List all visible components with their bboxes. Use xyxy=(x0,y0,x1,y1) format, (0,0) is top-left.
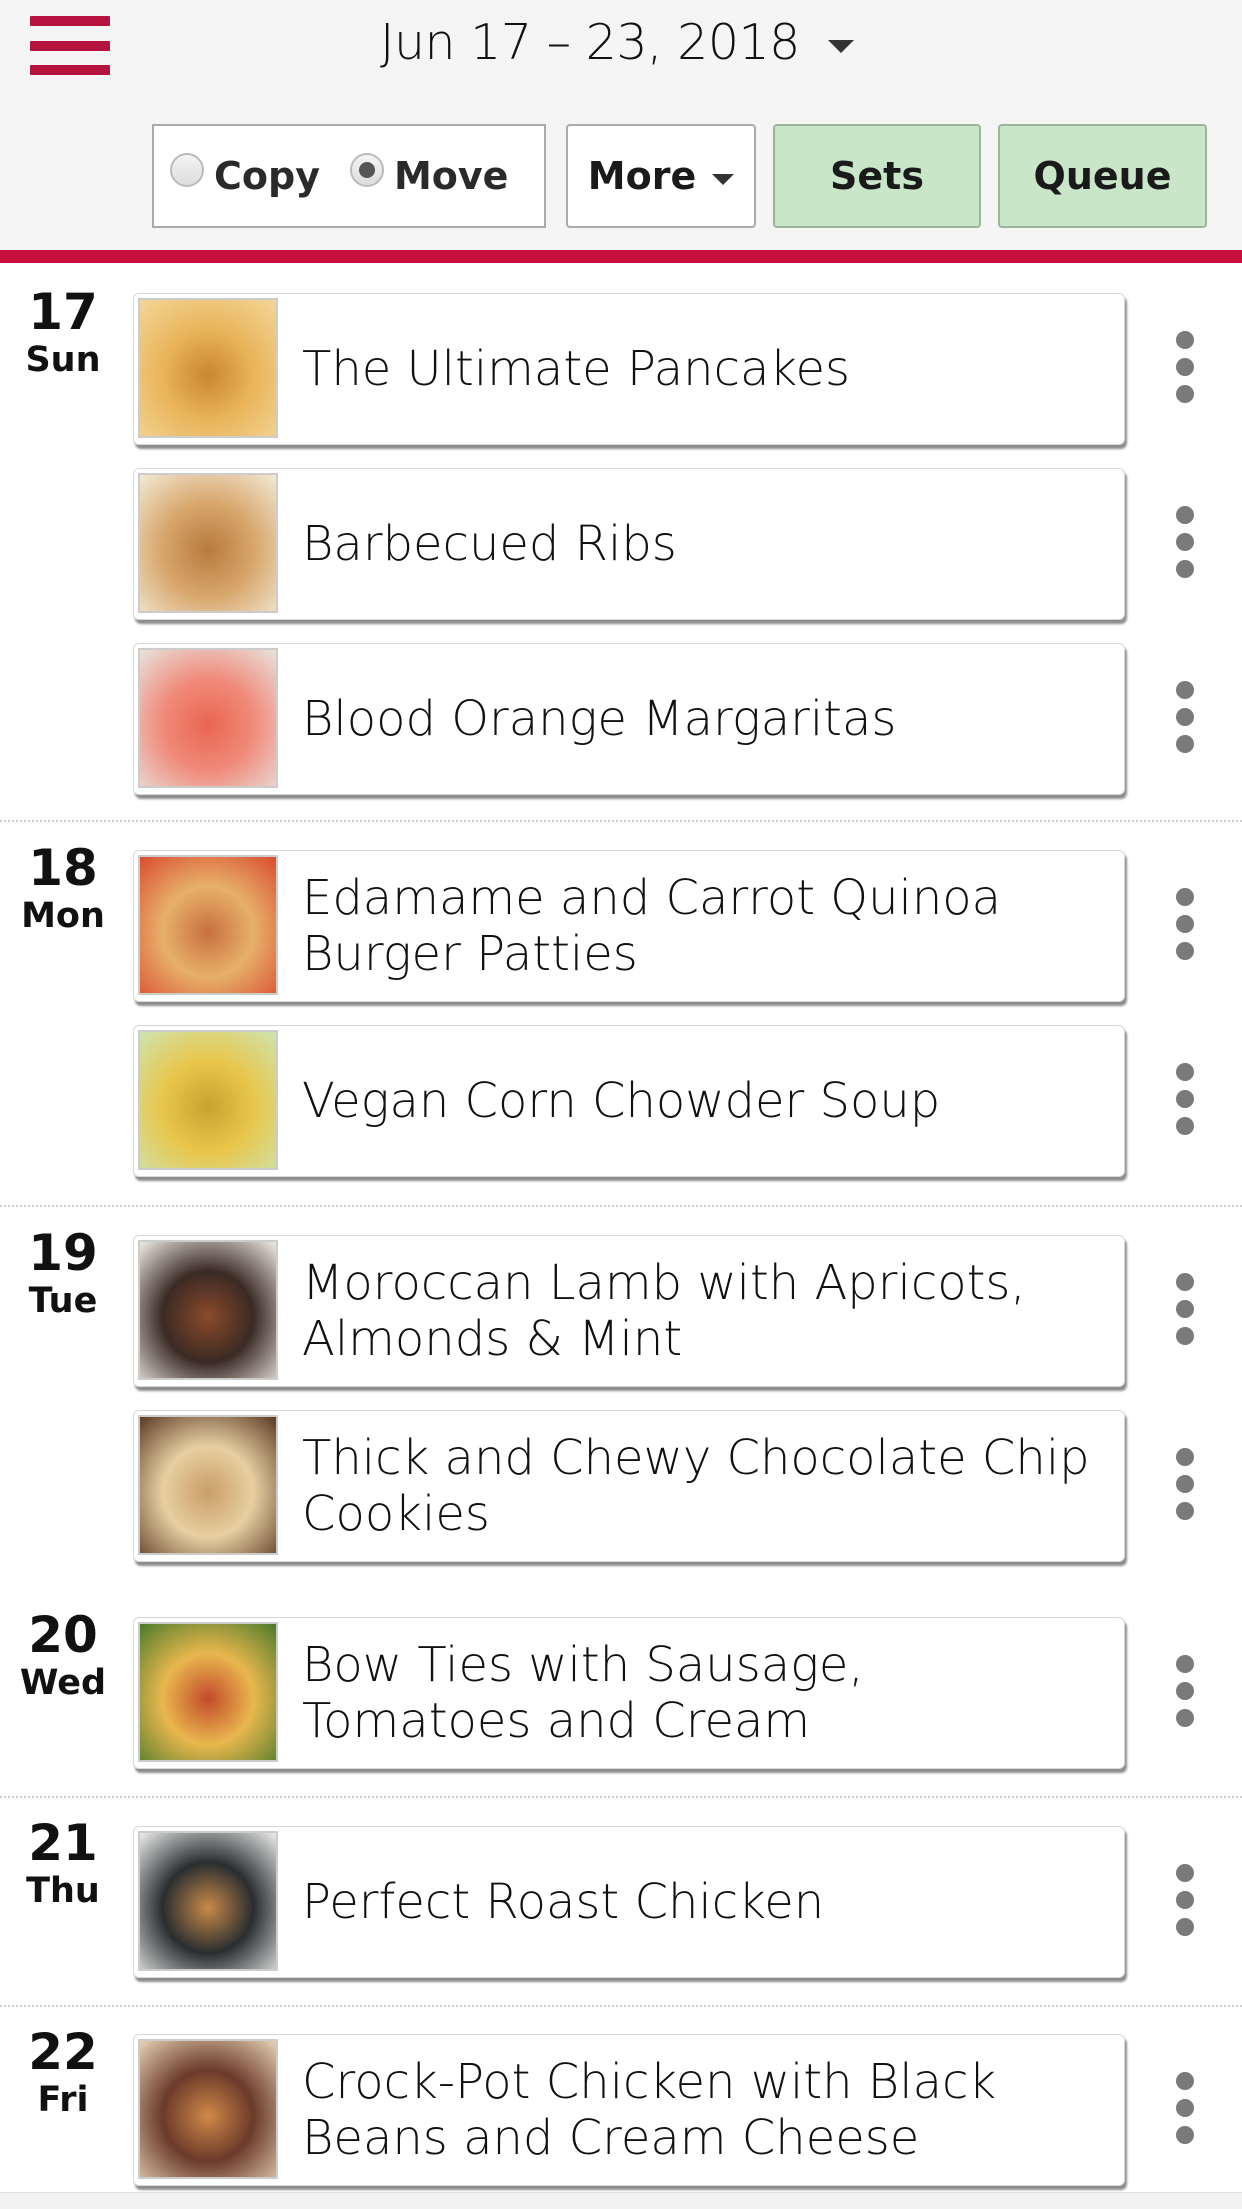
meal-card[interactable]: Vegan Corn Chowder Soup xyxy=(133,1025,1125,1177)
recipe-title: Vegan Corn Chowder Soup xyxy=(302,1073,941,1129)
day-number: 17 xyxy=(28,283,98,341)
bottom-edge xyxy=(0,2192,1242,2209)
move-radio[interactable] xyxy=(349,153,384,187)
day-label: 18 Mon xyxy=(0,840,126,936)
meal-card[interactable]: Thick and Chewy Chocolate Chip Cookies xyxy=(133,1410,1125,1562)
day-number: 18 xyxy=(28,839,98,897)
recipe-title: Crock-Pot Chicken with Black Beans and C… xyxy=(302,2054,997,2166)
meal-card[interactable]: Blood Orange Margaritas xyxy=(133,643,1125,795)
copy-move-toggle: Copy Move xyxy=(152,124,546,228)
recipe-title: Perfect Roast Chicken xyxy=(302,1874,825,1930)
recipe-title: Bow Ties with Sausage, Tomatoes and Crea… xyxy=(302,1637,864,1749)
sets-label: Sets xyxy=(830,154,924,198)
recipe-thumbnail xyxy=(138,1831,278,1971)
recipe-thumbnail xyxy=(138,1415,278,1555)
recipe-title: Thick and Chewy Chocolate Chip Cookies xyxy=(302,1430,1090,1542)
move-radio-option[interactable]: Move xyxy=(349,153,509,198)
meal-card[interactable]: The Ultimate Pancakes xyxy=(133,293,1125,445)
copy-label: Copy xyxy=(214,154,320,198)
day-weekday: Wed xyxy=(19,1663,107,1703)
sets-button[interactable]: Sets xyxy=(773,124,981,228)
date-range-selector[interactable]: Jun 17 – 23, 2018 xyxy=(380,8,854,76)
day-weekday: Fri xyxy=(37,2080,89,2120)
copy-radio[interactable] xyxy=(170,153,204,187)
kebab-menu-icon[interactable] xyxy=(1168,1655,1202,1735)
day-label: 17 Sun xyxy=(0,284,126,380)
recipe-thumbnail xyxy=(138,473,278,613)
caret-down-icon xyxy=(827,39,854,53)
recipe-thumbnail xyxy=(138,298,278,438)
meal-card[interactable]: Bow Ties with Sausage, Tomatoes and Crea… xyxy=(133,1617,1125,1769)
kebab-menu-icon[interactable] xyxy=(1168,1864,1202,1944)
recipe-thumbnail xyxy=(138,1622,278,1762)
header-divider xyxy=(0,250,1242,263)
recipe-title: Edamame and Carrot Quinoa Burger Patties xyxy=(302,870,1002,982)
day-label: 20 Wed xyxy=(0,1607,126,1703)
move-label: Move xyxy=(393,154,509,198)
copy-radio-option[interactable]: Copy xyxy=(170,153,320,198)
meal-card[interactable]: Moroccan Lamb with Apricots, Almonds & M… xyxy=(133,1235,1125,1387)
recipe-thumbnail xyxy=(138,1030,278,1170)
date-range-label: Jun 17 – 23, 2018 xyxy=(380,13,800,71)
kebab-menu-icon[interactable] xyxy=(1168,681,1202,761)
more-label: More xyxy=(587,154,697,198)
day-separator xyxy=(0,1205,1242,1207)
recipe-title: Barbecued Ribs xyxy=(302,516,677,572)
recipe-thumbnail xyxy=(138,1240,278,1380)
day-separator xyxy=(0,820,1242,822)
kebab-menu-icon[interactable] xyxy=(1168,331,1202,411)
kebab-menu-icon[interactable] xyxy=(1168,2072,1202,2152)
day-weekday: Thu xyxy=(26,1871,100,1911)
recipe-thumbnail xyxy=(138,855,278,995)
kebab-menu-icon[interactable] xyxy=(1168,1063,1202,1143)
recipe-thumbnail xyxy=(138,2039,278,2179)
day-label: 19 Tue xyxy=(0,1225,126,1321)
queue-button[interactable]: Queue xyxy=(998,124,1207,228)
day-weekday: Sun xyxy=(25,340,101,380)
day-label: 21 Thu xyxy=(0,1815,126,1911)
kebab-menu-icon[interactable] xyxy=(1168,506,1202,586)
day-number: 20 xyxy=(28,1606,98,1664)
day-number: 19 xyxy=(28,1224,98,1282)
kebab-menu-icon[interactable] xyxy=(1168,1448,1202,1528)
day-label: 22 Fri xyxy=(0,2024,126,2120)
header: Jun 17 – 23, 2018 Copy Move More Sets Qu… xyxy=(0,0,1242,250)
day-separator xyxy=(0,1796,1242,1798)
hamburger-menu-icon[interactable] xyxy=(30,14,110,78)
day-separator xyxy=(0,2005,1242,2007)
recipe-title: The Ultimate Pancakes xyxy=(302,341,850,397)
meal-card[interactable]: Barbecued Ribs xyxy=(133,468,1125,620)
meal-card[interactable]: Crock-Pot Chicken with Black Beans and C… xyxy=(133,2034,1125,2186)
kebab-menu-icon[interactable] xyxy=(1168,1273,1202,1353)
more-dropdown-button[interactable]: More xyxy=(566,124,756,228)
kebab-menu-icon[interactable] xyxy=(1168,888,1202,968)
queue-label: Queue xyxy=(1033,154,1172,198)
day-number: 21 xyxy=(28,1814,98,1872)
caret-down-icon xyxy=(712,173,735,185)
day-weekday: Mon xyxy=(21,896,105,936)
recipe-title: Moroccan Lamb with Apricots, Almonds & M… xyxy=(302,1255,1026,1367)
recipe-thumbnail xyxy=(138,648,278,788)
meal-card[interactable]: Edamame and Carrot Quinoa Burger Patties xyxy=(133,850,1125,1002)
day-number: 22 xyxy=(28,2023,98,2081)
meal-card[interactable]: Perfect Roast Chicken xyxy=(133,1826,1125,1978)
day-weekday: Tue xyxy=(28,1281,98,1321)
recipe-title: Blood Orange Margaritas xyxy=(302,691,897,747)
